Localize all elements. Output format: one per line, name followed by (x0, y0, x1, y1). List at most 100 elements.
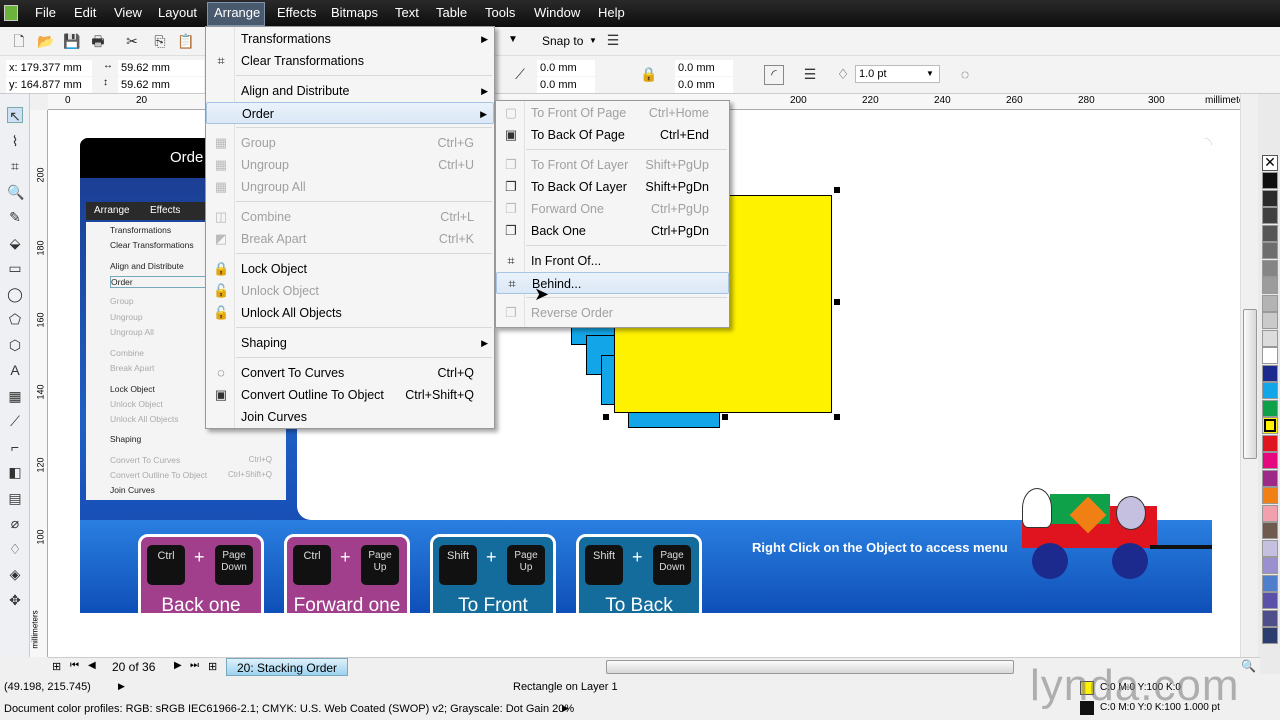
palette-swatch[interactable] (1262, 434, 1278, 452)
menu-item-forward-one[interactable]: ❐ Forward One Ctrl+PgUp (496, 198, 729, 220)
palette-swatch[interactable] (1262, 627, 1278, 644)
menu-layout[interactable]: Layout (158, 5, 197, 20)
blend-tool-icon[interactable]: ◧ (7, 464, 23, 480)
menu-view[interactable]: View (114, 5, 142, 20)
palette-swatch[interactable] (1262, 469, 1278, 487)
color-profiles[interactable]: Document color profiles: RGB: sRGB IEC61… (4, 703, 574, 715)
height-field[interactable]: 59.62 mm (118, 77, 204, 93)
menu-item-shaping[interactable]: Shaping ▶ (206, 332, 494, 354)
selection-handle[interactable] (722, 414, 728, 420)
palette-swatch[interactable] (1262, 259, 1278, 277)
palette-swatch[interactable] (1262, 417, 1278, 434)
next-page-icon[interactable]: ▶ (174, 660, 182, 671)
previous-page-icon[interactable]: ◀ (88, 660, 96, 671)
dimension-tool-icon[interactable]: ⟋ (7, 413, 23, 429)
palette-swatch[interactable] (1262, 172, 1278, 189)
selection-handle[interactable] (603, 414, 609, 420)
palette-swatch[interactable] (1262, 452, 1278, 469)
palette-swatch[interactable] (1262, 329, 1278, 347)
no-color-swatch[interactable]: ✕ (1262, 155, 1278, 171)
menu-item-to-front-of-page[interactable]: ▢ To Front Of Page Ctrl+Home (496, 102, 729, 124)
menu-bitmaps[interactable]: Bitmaps (331, 5, 378, 20)
freehand-tool-icon[interactable]: ✎ (7, 209, 23, 225)
smart-fill-icon[interactable]: ⬙ (7, 235, 23, 251)
print-icon[interactable]: 🖶 (90, 33, 106, 49)
menu-effects[interactable]: Effects (277, 5, 317, 20)
palette-swatch[interactable] (1262, 294, 1278, 312)
table-tool-icon[interactable]: ▦ (7, 388, 23, 404)
corner-radius-4[interactable]: 0.0 mm (675, 77, 733, 93)
palette-swatch[interactable] (1262, 574, 1278, 592)
corner-radius-1[interactable]: 0.0 mm (537, 60, 595, 76)
menu-item-unlock-all-objects[interactable]: 🔓 Unlock All Objects (206, 302, 494, 324)
menu-item-join-curves[interactable]: Join Curves (206, 406, 494, 428)
copy-icon[interactable]: ⎘ (152, 33, 168, 49)
palette-swatch[interactable] (1262, 399, 1278, 417)
polygon-tool-icon[interactable]: ⬠ (7, 311, 23, 327)
selection-handle[interactable] (834, 414, 840, 420)
palette-swatch[interactable] (1262, 347, 1278, 364)
wrap-text-icon[interactable]: ☰ (802, 66, 818, 82)
menu-item-ungroup-all[interactable]: ▦ Ungroup All (206, 176, 494, 198)
add-page-after-icon[interactable]: ⊞ (208, 660, 217, 673)
open-icon[interactable]: 📂 (37, 33, 54, 49)
shape-tool-icon[interactable]: ⌇ (7, 133, 23, 149)
menu-item-to-front-of-layer[interactable]: ❐ To Front Of Layer Shift+PgUp (496, 154, 729, 176)
palette-swatch[interactable] (1262, 522, 1278, 539)
palette-swatch[interactable] (1262, 364, 1278, 382)
expand-icon[interactable]: ▶ (118, 681, 125, 692)
rectangle-tool-icon[interactable]: ▭ (7, 260, 23, 276)
menu-text[interactable]: Text (395, 5, 419, 20)
lock-ratio-icon[interactable]: 🔒 (640, 66, 657, 82)
palette-swatch[interactable] (1262, 277, 1278, 294)
cut-icon[interactable]: ✂ (124, 33, 140, 49)
new-document-icon[interactable]: 🗋 (11, 33, 27, 49)
y-position-field[interactable]: y: 164.877 mm (6, 77, 92, 93)
menu-item-convert-to-curves[interactable]: ◌ Convert To Curves Ctrl+Q (206, 362, 494, 384)
palette-swatch[interactable] (1262, 609, 1278, 627)
palette-swatch[interactable] (1262, 487, 1278, 504)
menu-item-reverse-order[interactable]: ❐ Reverse Order (496, 302, 729, 324)
basic-shapes-icon[interactable]: ⬡ (7, 337, 23, 353)
menu-item-group[interactable]: ▦ Group Ctrl+G (206, 132, 494, 154)
palette-swatch[interactable] (1262, 224, 1278, 242)
menu-item-to-back-of-page[interactable]: ▣ To Back Of Page Ctrl+End (496, 124, 729, 146)
menu-item-order[interactable]: Order ▶ (206, 102, 494, 124)
chevron-down-icon[interactable]: ▼ (926, 69, 934, 78)
text-tool-icon[interactable]: A (7, 362, 23, 378)
crop-tool-icon[interactable]: ⌗ (7, 158, 23, 174)
corner-radius-2[interactable]: 0.0 mm (537, 77, 595, 93)
scrollbar-thumb[interactable] (1243, 309, 1257, 459)
menu-help[interactable]: Help (598, 5, 625, 20)
vertical-ruler[interactable]: 200 180 160 140 120 100 millimeters (30, 110, 48, 657)
width-field[interactable]: 59.62 mm (118, 60, 204, 76)
corner-icon[interactable]: ⟋ (512, 66, 528, 82)
menu-item-back-one[interactable]: ❐ Back One Ctrl+PgDn (496, 220, 729, 242)
zoom-tool-icon[interactable]: 🔍 (7, 184, 24, 200)
palette-swatch[interactable] (1262, 557, 1278, 574)
menu-arrange[interactable]: Arrange (214, 5, 260, 20)
menu-item-unlock-object[interactable]: 🔓 Unlock Object (206, 280, 494, 302)
menu-window[interactable]: Window (534, 5, 580, 20)
paste-icon[interactable]: 📋 (177, 33, 194, 49)
interactive-fill-icon[interactable]: ✥ (7, 592, 23, 608)
expand-icon[interactable]: ▶ (562, 703, 569, 714)
palette-swatch[interactable] (1262, 312, 1278, 329)
transparency-tool-icon[interactable]: ▤ (7, 490, 23, 506)
palette-swatch[interactable] (1262, 242, 1278, 259)
palette-swatch[interactable] (1262, 539, 1278, 557)
pick-tool-icon[interactable]: ↖ (7, 107, 23, 124)
palette-swatch[interactable] (1262, 504, 1278, 522)
dropdown-arrow-icon[interactable]: ▼ (508, 34, 518, 45)
menu-table[interactable]: Table (436, 5, 467, 20)
snap-options-icon[interactable]: ☰ (605, 32, 621, 48)
add-page-icon[interactable]: ⊞ (52, 660, 61, 673)
menu-item-clear-transformations[interactable]: ⌗ Clear Transformations (206, 50, 494, 72)
menu-edit[interactable]: Edit (74, 5, 96, 20)
menu-item-to-back-of-layer[interactable]: ❐ To Back Of Layer Shift+PgDn (496, 176, 729, 198)
corner-radius-3[interactable]: 0.0 mm (675, 60, 733, 76)
convert-to-curves-icon[interactable]: ◌ (957, 66, 973, 82)
ellipse-tool-icon[interactable]: ◯ (7, 286, 23, 302)
palette-swatch[interactable] (1262, 189, 1278, 207)
selection-handle[interactable] (834, 299, 840, 305)
